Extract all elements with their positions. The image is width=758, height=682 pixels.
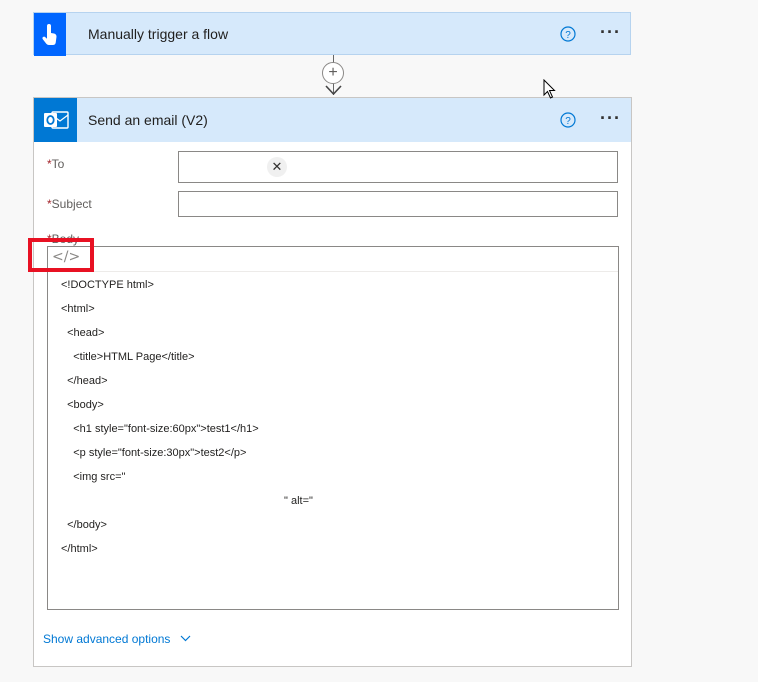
chevron-down-icon xyxy=(180,631,191,645)
highlight-box xyxy=(28,238,94,272)
code-line: " alt=" xyxy=(284,495,313,507)
add-step-button[interactable]: + xyxy=(322,62,344,84)
code-line: <img src=" xyxy=(61,471,126,483)
code-line: </body> xyxy=(61,519,107,531)
show-advanced-options-link[interactable]: Show advanced options xyxy=(43,631,191,646)
more-options-icon[interactable]: ··· xyxy=(600,23,621,41)
send-email-card: Send an email (V2) ? ··· *To ✕ *Subject … xyxy=(33,97,632,667)
code-line: <title>HTML Page</title> xyxy=(61,351,195,363)
subject-label: *Subject xyxy=(47,197,92,211)
mouse-cursor-icon xyxy=(543,78,557,104)
svg-text:?: ? xyxy=(565,30,571,41)
more-options-icon[interactable]: ··· xyxy=(600,109,621,127)
touch-icon xyxy=(34,13,66,56)
outlook-icon xyxy=(34,98,77,142)
trigger-card[interactable]: Manually trigger a flow ? ··· xyxy=(33,12,631,56)
to-input[interactable]: ✕ xyxy=(178,151,618,183)
code-line: </html> xyxy=(61,543,98,555)
trigger-title: Manually trigger a flow xyxy=(88,26,229,42)
close-icon[interactable]: ✕ xyxy=(267,157,287,177)
svg-text:?: ? xyxy=(565,116,571,127)
code-line: <html> xyxy=(61,303,95,315)
body-editor[interactable]: </> <!DOCTYPE html> <html> <head> <title… xyxy=(47,246,619,610)
editor-toolbar: </> xyxy=(48,247,618,272)
action-header[interactable]: Send an email (V2) ? ··· xyxy=(34,98,631,142)
subject-input[interactable] xyxy=(178,191,618,217)
code-line: <!DOCTYPE html> xyxy=(61,279,154,291)
code-line: <body> xyxy=(61,399,104,411)
action-title: Send an email (V2) xyxy=(88,112,208,128)
code-line: <h1 style="font-size:60px">test1</h1> xyxy=(61,423,259,435)
help-circle-icon[interactable]: ? xyxy=(560,26,576,42)
help-circle-icon[interactable]: ? xyxy=(560,112,576,128)
to-label: *To xyxy=(47,157,65,171)
code-line: <head> xyxy=(61,327,105,339)
code-line: <p style="font-size:30px">test2</p> xyxy=(61,447,247,459)
code-line: </head> xyxy=(61,375,108,387)
